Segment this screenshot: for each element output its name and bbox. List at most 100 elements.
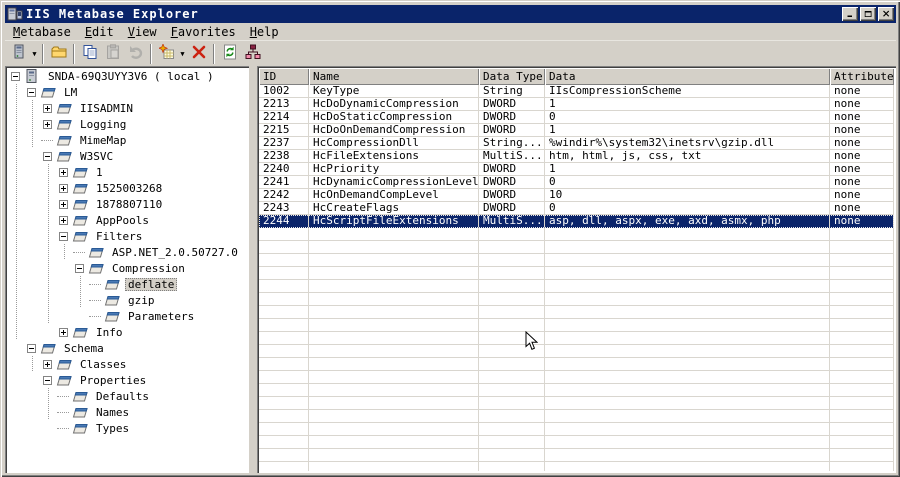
empty-cell [545,293,830,306]
tree-item-iisadmin[interactable]: IISADMIN [7,100,247,116]
tree-item-lm[interactable]: LM [7,84,247,100]
server-connect-button[interactable] [7,43,30,65]
tree-item-label[interactable]: 1878807110 [93,198,165,211]
tree-item-label[interactable]: 1525003268 [93,182,165,195]
tree-item-names[interactable]: Names [7,404,247,420]
empty-cell [479,397,545,410]
tree-item-1878807110[interactable]: 1878807110 [7,196,247,212]
tree-item-1[interactable]: 1 [7,164,247,180]
tree-item-label[interactable]: Parameters [125,310,197,323]
property-row-2241[interactable]: 2241 HcDynamicCompressionLevel DWORD 0 none [259,176,894,189]
tree-item-schema[interactable]: Schema [7,340,247,356]
tree-item-label[interactable]: IISADMIN [77,102,136,115]
dropdown-arrow-icon[interactable]: ▼ [30,43,39,65]
property-row-2244[interactable]: 2244 HcScriptFileExtensions MultiS... asp, … [259,215,894,228]
property-row-2243[interactable]: 2243 HcCreateFlags DWORD 0 none [259,202,894,215]
column-header-data-type[interactable]: Data Type [479,68,545,85]
tree-item-info[interactable]: Info [7,324,247,340]
tree-item-label[interactable]: Properties [77,374,149,387]
hierarchy-button[interactable] [241,43,264,65]
new-key-button[interactable] [155,43,178,65]
tree-item-mimemap[interactable]: MimeMap [7,132,247,148]
property-row-2213[interactable]: 2213 HcDoDynamicCompression DWORD 1 none [259,98,894,111]
property-row-2215[interactable]: 2215 HcDoOnDemandCompression DWORD 1 none [259,124,894,137]
tree-item-apppools[interactable]: AppPools [7,212,247,228]
column-header-data[interactable]: Data [545,68,830,85]
column-header-name[interactable]: Name [309,68,479,85]
tree-item-parameters[interactable]: Parameters [7,308,247,324]
expand-toggle-icon[interactable] [39,116,55,132]
tree-item-label[interactable]: Compression [109,262,188,275]
menu-item-help[interactable]: Help [243,24,286,40]
expand-toggle-icon[interactable] [55,196,71,212]
tree-item-deflate[interactable]: deflate [7,276,247,292]
menu-item-view[interactable]: View [121,24,164,40]
collapse-toggle-icon[interactable] [55,228,71,244]
property-row-2237[interactable]: 2237 HcCompressionDll String... %windir%\sy… [259,137,894,150]
tree-item-snda-69q3uyy3v6-local-[interactable]: SNDA-69Q3UYY3V6 ( local ) [7,68,247,84]
expand-toggle-icon[interactable] [55,180,71,196]
tree-item-label[interactable]: Types [93,422,132,435]
copy-button[interactable] [78,43,101,65]
tree-item-w3svc[interactable]: W3SVC [7,148,247,164]
column-header-id[interactable]: ID [259,68,309,85]
tree-item-label[interactable]: AppPools [93,214,152,227]
tree-item-1525003268[interactable]: 1525003268 [7,180,247,196]
tree-item-classes[interactable]: Classes [7,356,247,372]
tree-item-label[interactable]: gzip [125,294,158,307]
tree-item-label[interactable]: Names [93,406,132,419]
expand-toggle-icon[interactable] [39,356,55,372]
tree-item-label[interactable]: Filters [93,230,145,243]
tree-item-logging[interactable]: Logging [7,116,247,132]
tree-item-label[interactable]: MimeMap [77,134,129,147]
tree-item-asp-net-2-0-50727-0[interactable]: ASP.NET_2.0.50727.0 [7,244,247,260]
undo-button[interactable] [124,43,147,65]
panel-splitter[interactable] [249,66,257,473]
folder-button[interactable] [47,43,70,65]
tree-item-types[interactable]: Types [7,420,247,436]
tree-item-label[interactable]: 1 [93,166,106,179]
close-button[interactable] [878,7,894,21]
tree-item-defaults[interactable]: Defaults [7,388,247,404]
expand-toggle-icon[interactable] [55,324,71,340]
tree-item-label[interactable]: Info [93,326,126,339]
collapse-toggle-icon[interactable] [39,148,55,164]
expand-toggle-icon[interactable] [55,212,71,228]
collapse-toggle-icon[interactable] [23,84,39,100]
tree-item-compression[interactable]: Compression [7,260,247,276]
tree-item-gzip[interactable]: gzip [7,292,247,308]
expand-toggle-icon[interactable] [39,100,55,116]
refresh-button[interactable] [218,43,241,65]
collapse-toggle-icon[interactable] [39,372,55,388]
tree-item-label[interactable]: W3SVC [77,150,116,163]
dropdown-arrow-icon[interactable]: ▼ [178,43,187,65]
tree-item-properties[interactable]: Properties [7,372,247,388]
collapse-toggle-icon[interactable] [23,340,39,356]
tree-item-label[interactable]: deflate [125,277,178,291]
delete-button[interactable] [187,43,210,65]
property-row-2214[interactable]: 2214 HcDoStaticCompression DWORD 0 none [259,111,894,124]
menu-item-favorites[interactable]: Favorites [164,24,243,40]
tree-item-label[interactable]: Classes [77,358,129,371]
paste-button[interactable] [101,43,124,65]
tree-item-label[interactable]: LM [61,86,80,99]
expand-toggle-icon[interactable] [55,164,71,180]
column-header-attributes[interactable]: Attributes [830,68,894,85]
property-row-2238[interactable]: 2238 HcFileExtensions MultiS... htm, html, … [259,150,894,163]
tree-item-label[interactable]: Logging [77,118,129,131]
property-row-2240[interactable]: 2240 HcPriority DWORD 1 none [259,163,894,176]
collapse-toggle-icon[interactable] [71,260,87,276]
tree-item-label[interactable]: Schema [61,342,107,355]
title-bar[interactable]: IIS Metabase Explorer [5,5,896,23]
tree-item-label[interactable]: Defaults [93,390,152,403]
minimize-button[interactable] [842,7,858,21]
tree-item-label[interactable]: SNDA-69Q3UYY3V6 ( local ) [45,70,217,83]
menu-item-metabase[interactable]: Metabase [6,24,78,40]
tree-item-label[interactable]: ASP.NET_2.0.50727.0 [109,246,241,259]
tree-item-filters[interactable]: Filters [7,228,247,244]
collapse-toggle-icon[interactable] [7,68,23,84]
maximize-button[interactable] [860,7,876,21]
menu-item-edit[interactable]: Edit [78,24,121,40]
property-row-2242[interactable]: 2242 HcOnDemandCompLevel DWORD 10 none [259,189,894,202]
property-row-1002[interactable]: 1002 KeyType String IIsCompressionScheme non… [259,85,894,98]
